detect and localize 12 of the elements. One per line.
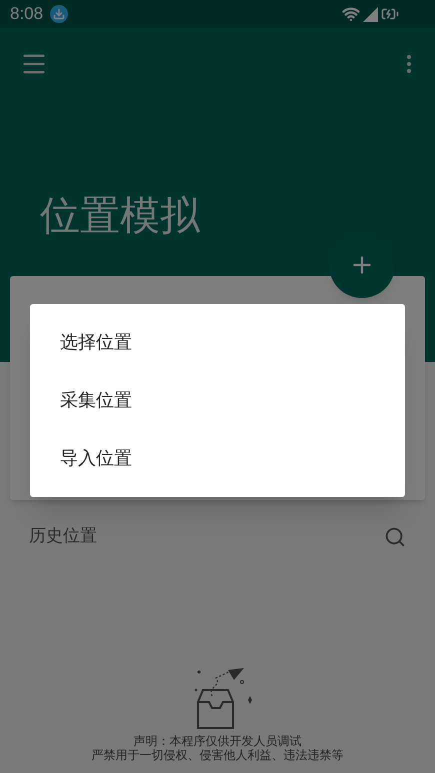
disclaimer-text: 严禁用于一切侵权、侵害他人利益、违法违禁等: [92, 748, 344, 762]
status-time: 8:08: [10, 3, 44, 26]
disclaimer-text: 声明：本程序仅供开发人员调试: [134, 734, 302, 748]
search-icon[interactable]: [384, 526, 406, 548]
dialog-item[interactable]: 采集位置: [30, 372, 405, 430]
page-title: 位置模拟: [40, 192, 201, 241]
history-title: 历史位置: [29, 525, 97, 548]
download-icon: [50, 5, 68, 23]
signal-icon: [363, 6, 378, 22]
wifi-icon: [342, 5, 360, 23]
dialog-item[interactable]: 导入位置: [30, 429, 405, 488]
dialog-item[interactable]: 选择位置: [30, 314, 405, 372]
